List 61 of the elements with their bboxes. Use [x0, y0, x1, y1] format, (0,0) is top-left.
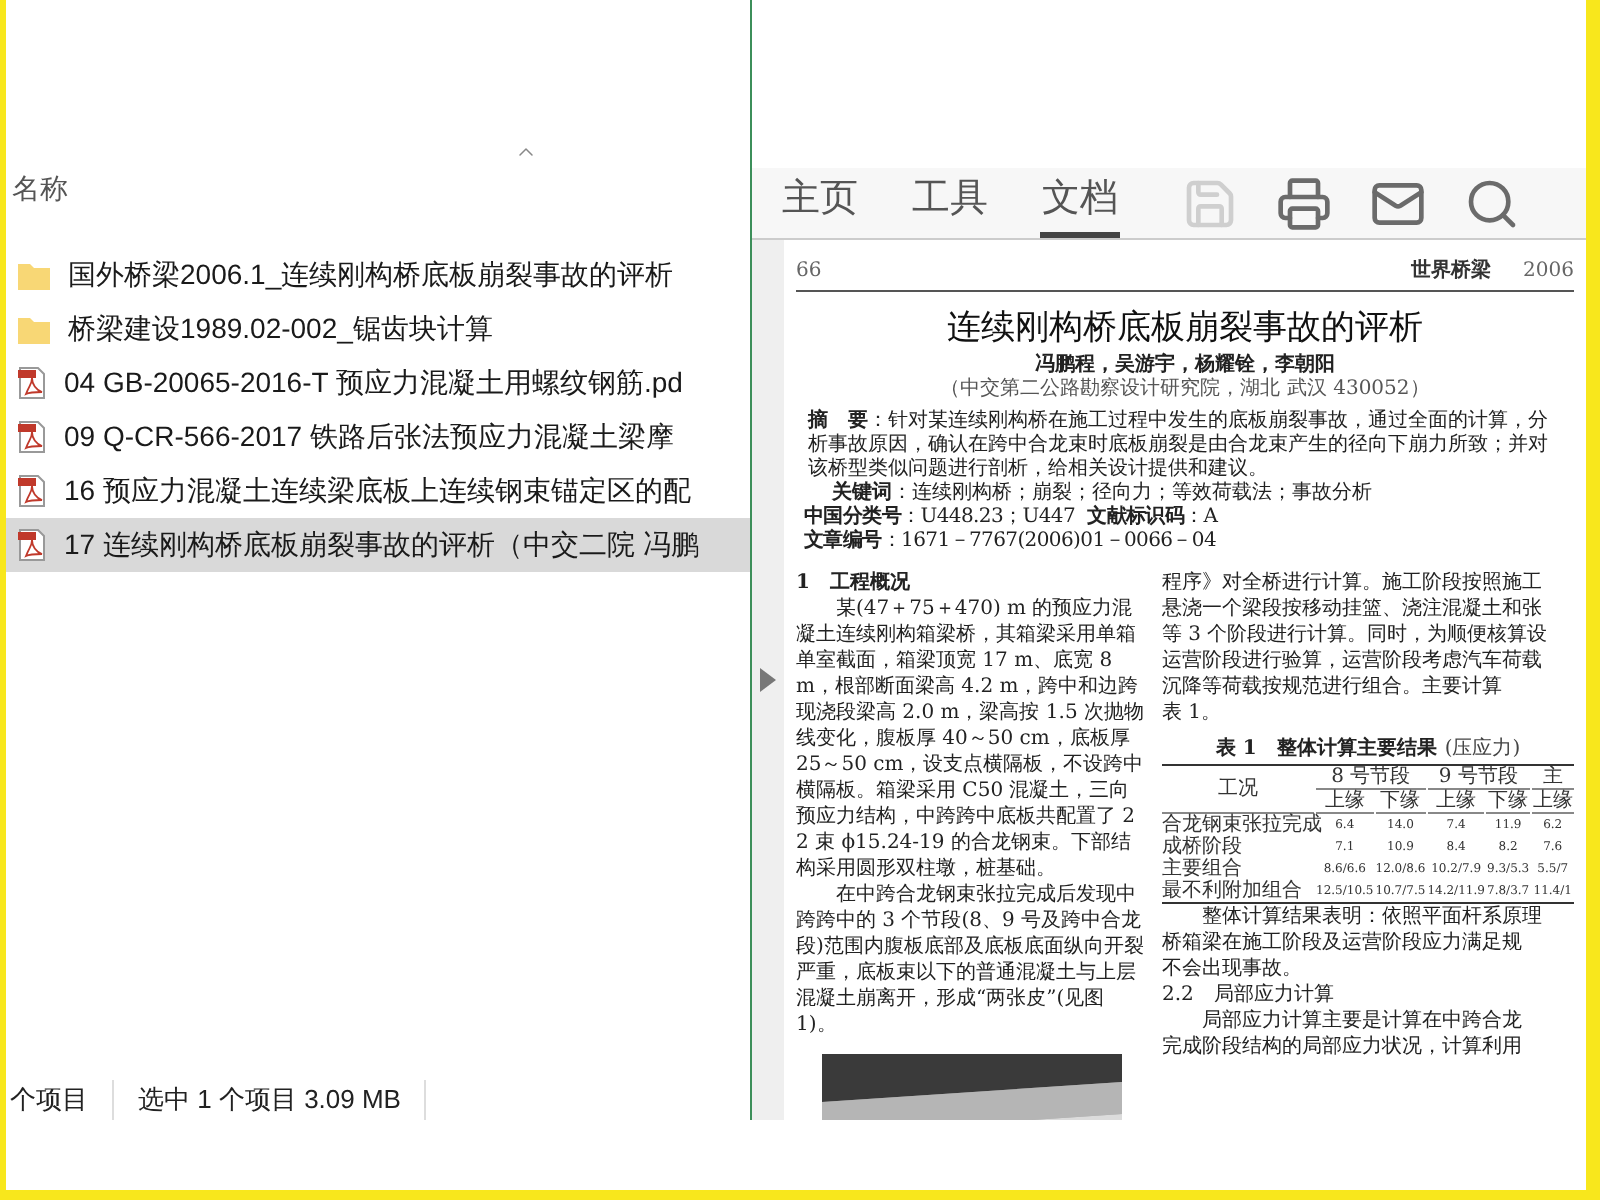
article-text-line: 整体计算结果表明：依照平面杆系原理: [1200, 904, 1544, 930]
table-cell-text: 主要组合: [1162, 858, 1242, 880]
search-button[interactable]: [1464, 175, 1520, 231]
file-name: 桥梁建设1989.02-002_锯齿块计算: [68, 310, 493, 348]
folder-icon: [18, 261, 50, 289]
classification-text: 中国分类号：U448.23；U447: [804, 506, 1076, 528]
section-heading: 2.2 局部应力计算: [1162, 982, 1336, 1008]
table-header: 下缘: [1375, 790, 1426, 814]
journal-year: 2006: [1523, 258, 1574, 286]
article-text-line: 桥箱梁在施工阶段及运营阶段应力满足规: [1162, 930, 1524, 956]
page-number: 66: [796, 258, 822, 286]
article-affiliation: （中交第二公路勘察设计研究院，湖北 武汉 430052）: [938, 378, 1432, 402]
article-text-line: 不会出现事故。: [1162, 956, 1304, 982]
file-name: 17 连续刚构桥底板崩裂事故的评析（中交二院 冯鹏: [64, 526, 699, 564]
article-text-line: 运营阶段进行验算，运营阶段考虑汽车荷载: [1162, 648, 1544, 674]
pdf-file-icon: [18, 528, 46, 562]
toolbar-tab[interactable]: 主页: [780, 168, 860, 238]
table-cell-text: 最不利附加组合: [1162, 880, 1304, 902]
article-text-line: 悬浇一个梁段按移动挂篮、浇注混凝土和张: [1162, 596, 1544, 622]
table-unit: (压应力): [1444, 735, 1521, 764]
article-keywords: 关键词：连续刚构桥；崩裂；径向力；等效荷载法；事故分析: [830, 482, 1374, 505]
article-text-line: 完成阶段结构的局部应力状况，计算利用: [1162, 1034, 1524, 1060]
column-header[interactable]: 名称: [12, 167, 68, 209]
folder-icon: [18, 315, 50, 343]
article-paragraph: 某(47＋75＋470) m 的预应力混凝土连续刚构箱梁桥，其箱梁采用单箱单室截面，箱梁顶宽 17 m、底宽 8 m，根部断面梁高 4.2 m，跨中和边跨现浇段梁高 2.0 m，梁高按 1.5 次抛物线变化，腹板厚 40～50 cm，底板厚 25～50 cm，设支点横隔板，不设跨中横隔板。箱梁采用 C50 混凝土，三向预应力结构，中跨跨中底板共配置了 22 束 ϕ15.24-19 的合龙钢束。下部结构采用圆形双柱墩，桩基础。: [796, 596, 1146, 882]
file-name: 09 Q-CR-566-2017 铁路后张法预应力混凝土梁摩: [64, 418, 674, 456]
table-header: 上缘: [1531, 790, 1574, 814]
article-authors: 冯鹏程，吴游宇，杨耀铨，李朝阳: [1033, 354, 1337, 377]
pdf-file-icon: [18, 474, 46, 508]
pdf-file-icon: [18, 366, 46, 400]
status-text: 选中 1 个项目 3.09 MB: [138, 1080, 427, 1120]
pdf-file-icon: [18, 420, 46, 454]
file-name: 04 GB-20065-2016-T 预应力混凝土用螺纹钢筋.pd: [64, 364, 683, 402]
table-header: 上缘: [1427, 790, 1485, 814]
classification-text: 文献标识码：A: [1087, 506, 1218, 530]
article-text-line: 局部应力计算主要是计算在中跨合龙: [1200, 1008, 1524, 1034]
print-button[interactable]: [1276, 175, 1332, 231]
article-text-line: 表 1。: [1162, 700, 1224, 726]
table-header: 9 号节段: [1427, 766, 1530, 790]
article-paragraph: 在中跨合龙钢束张拉完成后发现中跨跨中的 3 个节段(8、9 号及跨中合龙段)范围内腹板底部及底板底面纵向开裂严重，底板束以下的普通混凝土与上层混凝土崩离开，形成“两张皮”(见图 1)。: [796, 882, 1146, 1038]
section-heading: 1 工程概况: [796, 570, 912, 596]
table-cell-text: 成桥阶段: [1162, 836, 1244, 858]
article-title: 连续刚构桥底板崩裂事故的评析: [945, 308, 1425, 348]
article-text-line: 等 3 个阶段进行计算。同时，为顺便核算设: [1162, 622, 1550, 648]
table-header: 主: [1531, 766, 1574, 790]
table-title: 表 1 整体计算主要结果: [1215, 734, 1437, 764]
article-text-line: 沉降等荷载按规范进行组合。主要计算: [1162, 674, 1504, 700]
table-header: 8 号节段: [1316, 766, 1426, 790]
file-name: 国外桥梁2006.1_连续刚构桥底板崩裂事故的评析: [68, 256, 674, 294]
classification-text: 文章编号：1671－7767(2006)01－0066－04: [804, 530, 1217, 554]
article-abstract: 摘 要：针对某连续刚构桥在施工过程中发生的底板崩裂事故，通过全面的计算，分析事故原因，确认在跨中合龙束时底板崩裂是由合龙束产生的径向下崩力所致；并对该桥型类似问题进行剖析，给相关设计提供和建议。: [805, 410, 1550, 481]
table-header: 下缘: [1486, 790, 1530, 814]
toolbar-tab[interactable]: 工具: [910, 168, 990, 238]
table-header: 上缘: [1316, 790, 1374, 814]
expand-arrow-icon[interactable]: [760, 668, 776, 692]
file-name: 16 预应力混凝土连续梁底板上连续钢束锚定区的配: [64, 472, 691, 510]
article-text-line: 程序》对全桥进行计算。施工阶段按照施工: [1162, 570, 1544, 596]
journal-name: 世界桥梁: [1411, 256, 1492, 286]
table-header: 工况: [1162, 766, 1314, 814]
status-text: 个项目: [6, 1080, 114, 1120]
file-row[interactable]: 17 连续刚构桥底板崩裂事故的评析（中交二院 冯鹏: [6, 518, 750, 572]
